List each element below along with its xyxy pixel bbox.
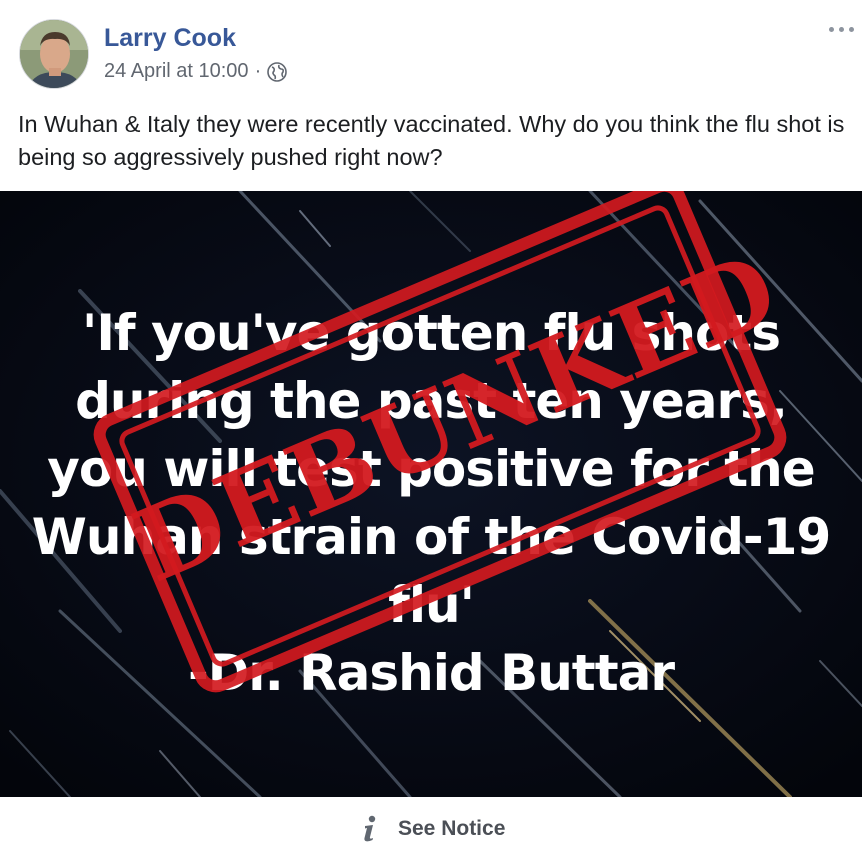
quote-attribution: -Dr. Rashid Buttar xyxy=(187,644,675,702)
post-meta: 24 April at 10:00 · xyxy=(104,60,288,83)
author-name[interactable]: Larry Cook xyxy=(104,24,236,53)
meta-separator: · xyxy=(254,60,262,82)
avatar[interactable] xyxy=(19,19,89,89)
facebook-post: Larry Cook 24 April at 10:00 · In Wuhan … xyxy=(0,0,862,862)
avatar-image xyxy=(20,20,88,88)
more-dot xyxy=(828,26,834,32)
more-options-icon[interactable] xyxy=(826,22,856,36)
post-timestamp[interactable]: 24 April at 10:00 xyxy=(104,60,249,83)
globe-icon[interactable] xyxy=(266,61,288,83)
see-notice-label: See Notice xyxy=(398,817,506,840)
info-icon xyxy=(364,815,376,842)
more-dot xyxy=(838,26,844,32)
post-text: In Wuhan & Italy they were recently vacc… xyxy=(18,111,845,170)
more-dot xyxy=(848,26,854,32)
post-footer: See Notice xyxy=(0,797,862,862)
post-header: Larry Cook 24 April at 10:00 · xyxy=(0,0,862,100)
post-image[interactable]: 'If you've gotten flu shots during the p… xyxy=(0,191,862,797)
see-notice-button[interactable]: See Notice xyxy=(360,815,505,843)
debunked-stamp: DEBUNKED xyxy=(86,191,794,700)
